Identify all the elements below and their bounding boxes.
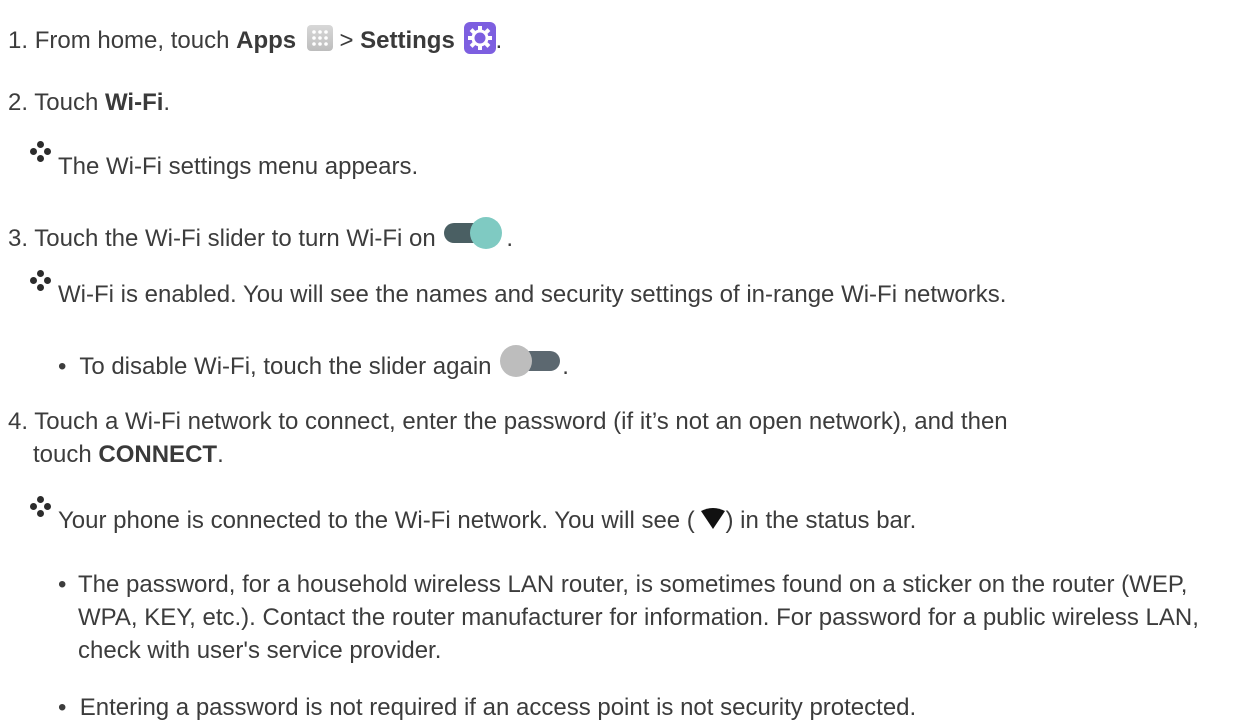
bullet-text: To disable Wi-Fi, touch the slider again — [79, 353, 492, 380]
diamond-bullet-icon — [26, 141, 56, 167]
step-end: . — [217, 441, 224, 468]
settings-gear-icon — [463, 22, 496, 54]
step-end: . — [163, 89, 171, 116]
toggle-on-icon — [442, 216, 506, 258]
result-text: The Wi-Fi settings menu appears. — [58, 153, 419, 180]
step-text: Touch — [34, 89, 105, 116]
bullet-1: • To disable Wi-Fi, touch the slider aga… — [58, 344, 569, 386]
step-end: . — [495, 27, 503, 54]
step-number: 3. — [8, 225, 29, 252]
step-text: Touch the Wi-Fi slider to turn Wi-Fi on — [34, 225, 436, 252]
step-number: 2. — [8, 89, 29, 116]
bullet-dot: • — [58, 353, 74, 380]
step-2: 2. Touch Wi-Fi. — [8, 88, 170, 118]
bullet-3: • Entering a password is not required if… — [58, 693, 916, 723]
apps-label: Apps — [236, 27, 297, 54]
apps-grid-icon — [306, 25, 333, 51]
bullet-text: The password, for a household wireless L… — [78, 571, 1199, 664]
step-end: . — [506, 225, 514, 252]
bullet-text: Entering a password is not required if a… — [79, 694, 917, 721]
diamond-bullet-icon — [26, 496, 56, 522]
bullet-end: . — [562, 353, 569, 380]
step-text-cont: touch — [33, 441, 99, 468]
diamond-bullet-icon — [26, 270, 56, 296]
step-number: 1. — [8, 27, 29, 54]
wifi-label: Wi-Fi — [104, 89, 164, 116]
step-1: 1. From home, touch Apps > Settings . — [8, 22, 502, 56]
step-3: 3. Touch the Wi-Fi slider to turn Wi-Fi … — [8, 216, 513, 258]
result-text-end: ) in the status bar. — [725, 507, 917, 534]
step-4: 4. Touch a Wi-Fi network to connect, ent… — [8, 405, 1218, 471]
connect-label: CONNECT — [98, 441, 218, 468]
step-text: From home, touch — [34, 27, 237, 54]
bullet-2: • The password, for a household wireless… — [58, 568, 1218, 667]
step-number: 4. — [8, 408, 29, 435]
separator: > — [332, 27, 361, 54]
result-3: Your phone is connected to the Wi-Fi net… — [58, 506, 916, 538]
toggle-off-icon — [498, 344, 562, 386]
step-text: Touch a Wi-Fi network to connect, enter … — [34, 408, 1008, 435]
result-text: Your phone is connected to the Wi-Fi net… — [58, 507, 695, 534]
result-2: Wi-Fi is enabled. You will see the names… — [58, 280, 1006, 310]
result-1: The Wi-Fi settings menu appears. — [58, 152, 418, 182]
bullet-dot: • — [58, 694, 74, 721]
wifi-signal-icon — [701, 508, 726, 538]
result-text: Wi-Fi is enabled. You will see the names… — [58, 281, 1007, 308]
settings-label: Settings — [360, 27, 455, 54]
bullet-dot: • — [58, 571, 67, 598]
